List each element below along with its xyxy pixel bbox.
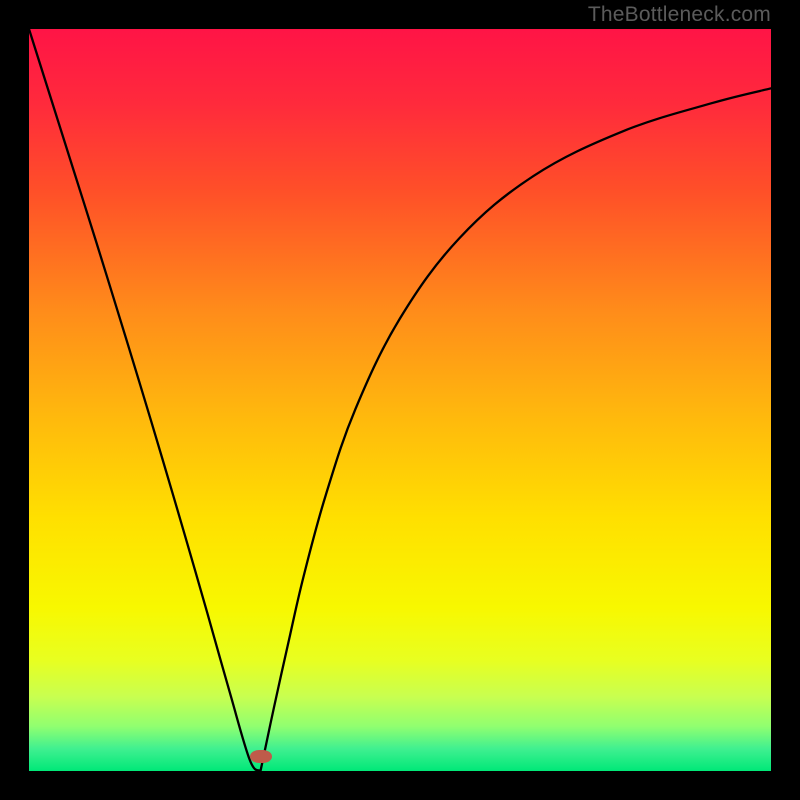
bottleneck-curve	[29, 29, 771, 771]
attribution-text: TheBottleneck.com	[588, 3, 771, 27]
plot-area	[29, 29, 771, 771]
optimum-marker	[250, 750, 272, 763]
outer-frame: TheBottleneck.com	[0, 0, 800, 800]
